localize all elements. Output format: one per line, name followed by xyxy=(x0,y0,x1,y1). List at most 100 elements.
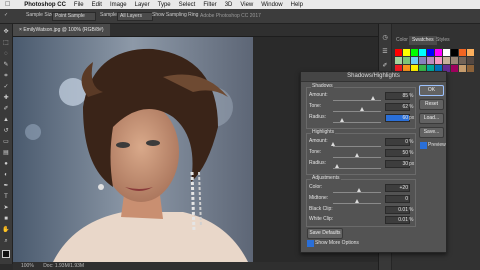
color-swatch[interactable] xyxy=(411,57,418,64)
menu-layer[interactable]: Layer xyxy=(135,2,150,8)
sample-size-select[interactable]: Point Sample xyxy=(52,12,96,21)
color-swatch[interactable] xyxy=(443,57,450,64)
black-clip-input[interactable]: 0.01 xyxy=(385,206,410,214)
save-button[interactable]: Save... xyxy=(419,127,444,138)
highlights-tone-slider[interactable] xyxy=(333,157,381,158)
color-swatch[interactable] xyxy=(411,49,418,56)
color-swatch[interactable] xyxy=(427,57,434,64)
lasso-tool-icon[interactable]: ◌ xyxy=(2,50,10,58)
menu-image[interactable]: Image xyxy=(110,2,127,8)
show-more-options-label[interactable]: Show More Options xyxy=(315,240,359,246)
color-swatch[interactable] xyxy=(427,49,434,56)
color-swatch[interactable] xyxy=(403,57,410,64)
apple-icon[interactable]:  xyxy=(5,1,10,8)
color-swatch[interactable] xyxy=(459,49,466,56)
color-slider[interactable] xyxy=(333,192,381,193)
color-input[interactable]: +20 xyxy=(385,184,410,192)
shadows-radius-knob[interactable] xyxy=(340,118,345,122)
color-swatch[interactable] xyxy=(467,49,474,56)
color-swatch[interactable] xyxy=(451,57,458,64)
show-sampling-ring-label[interactable]: Show Sampling Ring xyxy=(152,12,198,18)
midtone-knob[interactable] xyxy=(354,199,359,203)
save-defaults-button[interactable]: Save Defaults xyxy=(307,228,343,239)
white-clip-input[interactable]: 0.01 xyxy=(385,216,410,224)
highlights-radius-slider[interactable] xyxy=(333,168,381,169)
marquee-tool-icon[interactable]: ⬚ xyxy=(2,39,10,47)
menu-file[interactable]: File xyxy=(74,2,84,8)
color-swatch[interactable] xyxy=(451,65,458,72)
brush-panel-icon[interactable]: ✐ xyxy=(381,62,389,70)
crop-tool-icon[interactable]: ⌗ xyxy=(2,72,10,80)
hand-tool-icon[interactable]: ✋ xyxy=(2,226,10,234)
pen-tool-icon[interactable]: ✒ xyxy=(2,182,10,190)
midtone-input[interactable]: 0 xyxy=(385,195,410,203)
load-button[interactable]: Load... xyxy=(419,113,444,124)
show-more-options-checkbox[interactable] xyxy=(307,240,314,247)
menu-filter[interactable]: Filter xyxy=(203,2,216,8)
path-select-icon[interactable]: ➤ xyxy=(2,204,10,212)
type-tool-icon[interactable]: T xyxy=(2,193,10,201)
preview-label[interactable]: Preview xyxy=(428,142,446,148)
color-swatch[interactable] xyxy=(459,57,466,64)
highlights-tone-input[interactable]: 50 xyxy=(385,149,410,157)
menu-window[interactable]: Window xyxy=(261,2,282,8)
shadows-tone-input[interactable]: 62 xyxy=(385,103,410,111)
highlights-amount-knob[interactable] xyxy=(330,142,335,146)
color-swatch[interactable] xyxy=(467,65,474,72)
eraser-tool-icon[interactable]: ▭ xyxy=(2,138,10,146)
color-swatch[interactable] xyxy=(403,49,410,56)
shadows-radius-slider[interactable] xyxy=(333,122,381,123)
brush-tool-icon[interactable]: ✐ xyxy=(2,105,10,113)
quick-select-icon[interactable]: ✎ xyxy=(2,61,10,69)
color-swatch[interactable] xyxy=(395,57,402,64)
menu-type[interactable]: Type xyxy=(158,2,171,8)
color-swatch[interactable] xyxy=(467,57,474,64)
document-tab[interactable]: × EmilyWatson.jpg @ 100% (RGB/8#) xyxy=(13,24,110,36)
blur-tool-icon[interactable]: ● xyxy=(2,160,10,168)
menu-help[interactable]: Help xyxy=(291,2,303,8)
menu-3d[interactable]: 3D xyxy=(225,2,233,8)
highlights-radius-knob[interactable] xyxy=(335,164,340,168)
tab-styles[interactable]: Styles xyxy=(433,36,453,45)
zoom-level[interactable]: 100% xyxy=(21,263,34,269)
color-knob[interactable] xyxy=(356,188,361,192)
color-swatch[interactable] xyxy=(443,49,450,56)
shape-tool-icon[interactable]: ■ xyxy=(2,215,10,223)
preview-checkbox[interactable] xyxy=(420,142,427,149)
history-brush-icon[interactable]: ↺ xyxy=(2,127,10,135)
stamp-tool-icon[interactable]: ▲ xyxy=(2,116,10,124)
reset-button[interactable]: Reset xyxy=(419,99,444,110)
dodge-tool-icon[interactable]: ◐ xyxy=(2,171,10,179)
color-swatch[interactable] xyxy=(419,57,426,64)
menu-view[interactable]: View xyxy=(240,2,253,8)
shadows-amount-input[interactable]: 85 xyxy=(385,92,410,100)
shadows-radius-input[interactable]: 60 xyxy=(385,114,410,122)
highlights-radius-input[interactable]: 30 xyxy=(385,160,410,168)
history-panel-icon[interactable]: ◷ xyxy=(381,34,389,42)
ok-button[interactable]: OK xyxy=(419,85,444,96)
zoom-tool-icon[interactable]: ⌕ xyxy=(2,237,10,245)
move-tool-icon[interactable]: ✥ xyxy=(2,28,10,36)
color-swatch[interactable] xyxy=(395,49,402,56)
foreground-color-swatch[interactable] xyxy=(2,250,10,258)
shadows-amount-knob[interactable] xyxy=(371,96,376,100)
color-swatch[interactable] xyxy=(435,49,442,56)
shadows-tone-knob[interactable] xyxy=(360,107,365,111)
menu-app-name[interactable]: Photoshop CC xyxy=(24,2,66,8)
highlights-tone-knob[interactable] xyxy=(354,153,359,157)
shadows-tone-slider[interactable] xyxy=(333,111,381,112)
healing-tool-icon[interactable]: ✚ xyxy=(2,94,10,102)
shadows-amount-slider[interactable] xyxy=(333,100,381,101)
highlights-amount-input[interactable]: 0 xyxy=(385,138,410,146)
gradient-tool-icon[interactable]: ▤ xyxy=(2,149,10,157)
properties-panel-icon[interactable]: ☰ xyxy=(381,48,389,56)
menu-select[interactable]: Select xyxy=(179,2,196,8)
color-swatch[interactable] xyxy=(451,49,458,56)
highlights-amount-slider[interactable] xyxy=(333,146,381,147)
midtone-slider[interactable] xyxy=(333,203,381,204)
eyedropper-tool-icon[interactable]: ✓ xyxy=(2,83,10,91)
eyedropper-icon[interactable]: ✓ xyxy=(4,12,8,18)
color-swatch[interactable] xyxy=(459,65,466,72)
color-swatch[interactable] xyxy=(419,49,426,56)
menu-edit[interactable]: Edit xyxy=(92,2,102,8)
